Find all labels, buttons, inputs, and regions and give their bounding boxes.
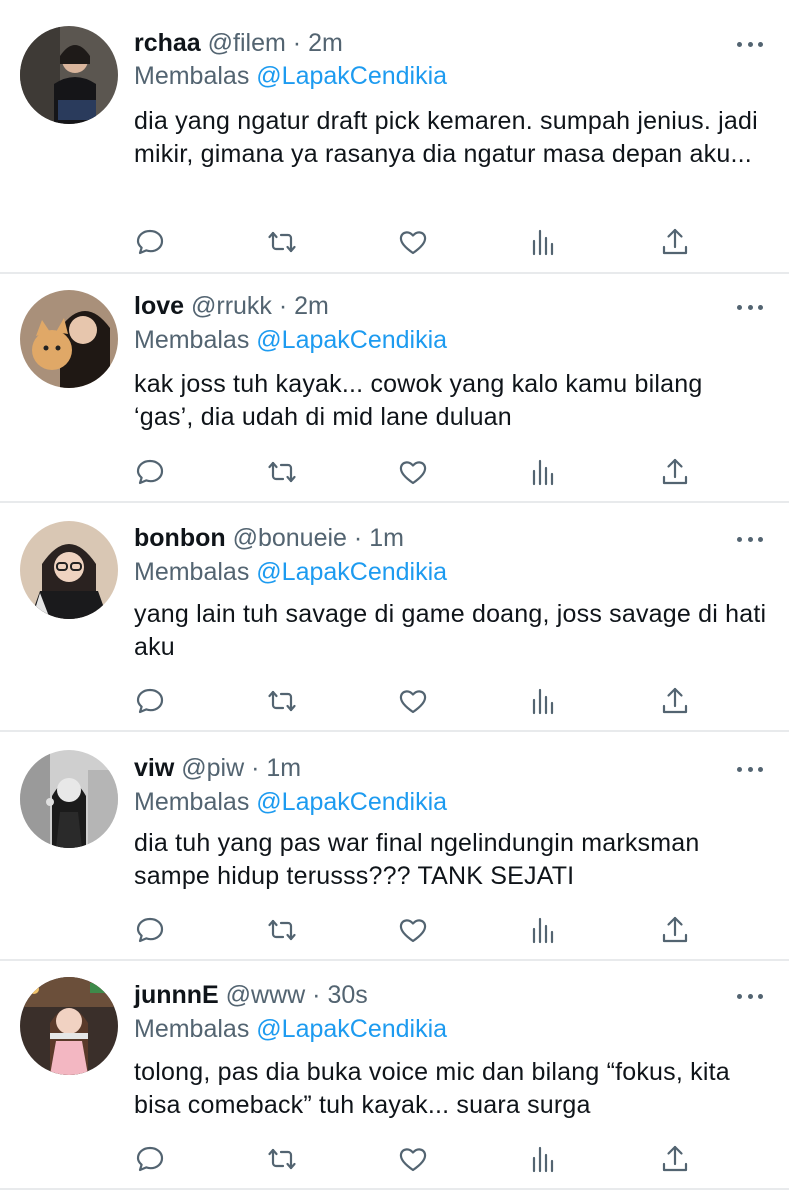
reply-context: Membalas @LapakCendikia [134,1014,447,1044]
more-dots-icon[interactable] [737,34,763,54]
action-bar [0,1142,789,1176]
timestamp[interactable]: 1m [369,524,404,552]
share-icon[interactable] [658,1142,692,1176]
display-name[interactable]: love [134,292,184,320]
tweet-header: viw @piw · 1m [134,753,709,783]
more-dots-icon[interactable] [737,986,763,1006]
reply-prefix: Membalas [134,1015,250,1043]
reply-to-handle[interactable]: @LapakCendikia [256,62,447,90]
reply-context: Membalas @LapakCendikia [134,325,447,355]
retweet-icon[interactable] [265,225,299,259]
username[interactable]: @rrukk [191,292,272,320]
reply-context: Membalas @LapakCendikia [134,787,447,817]
tweet-text: yang lain tuh savage di game doang, joss… [134,600,767,661]
tweet-header: bonbon @bonueie · 1m [134,523,709,553]
views-icon[interactable] [527,225,561,259]
more-dots-icon[interactable] [737,759,763,779]
tweet[interactable]: viw @piw · 1m Membalas @LapakCendikia di… [0,732,789,961]
tweet[interactable]: junnnE @www · 30s Membalas @LapakCendiki… [0,961,789,1190]
reply-feed: rchaa @filem · 2m Membalas @LapakCendiki… [0,0,789,1190]
tweet[interactable]: bonbon @bonueie · 1m Membalas @LapakCend… [0,503,789,732]
heart-icon[interactable] [396,1142,430,1176]
reply-to-handle[interactable]: @LapakCendikia [256,558,447,586]
avatar[interactable] [20,977,118,1075]
reply-icon[interactable] [133,455,167,489]
reply-context: Membalas @LapakCendikia [134,557,447,587]
views-icon[interactable] [527,1142,561,1176]
reply-to-handle[interactable]: @LapakCendikia [256,788,447,816]
tweet-header: junnnE @www · 30s [134,980,709,1010]
reply-icon[interactable] [133,684,167,718]
avatar[interactable] [20,26,118,124]
reply-prefix: Membalas [134,558,250,586]
heart-icon[interactable] [396,225,430,259]
separator-dot: · [292,29,302,57]
separator-dot: · [251,754,260,782]
reply-prefix: Membalas [134,788,250,816]
action-bar [0,913,789,947]
heart-icon[interactable] [396,684,430,718]
views-icon[interactable] [527,913,561,947]
separator-dot: · [312,981,321,1009]
share-icon[interactable] [658,913,692,947]
tweet[interactable]: love @rrukk · 2m Membalas @LapakCendikia… [0,274,789,503]
retweet-icon[interactable] [265,455,299,489]
heart-icon[interactable] [396,455,430,489]
separator-dot: · [278,292,288,320]
avatar[interactable] [20,521,118,619]
username[interactable]: @filem [208,29,286,57]
tweet-header: rchaa @filem · 2m [134,28,709,58]
share-icon[interactable] [658,225,692,259]
retweet-icon[interactable] [265,1142,299,1176]
username[interactable]: @www [226,981,306,1009]
action-bar [0,225,789,259]
tweet[interactable]: rchaa @filem · 2m Membalas @LapakCendiki… [0,0,789,274]
more-dots-icon[interactable] [737,297,763,317]
tweet-text: kak joss tuh kayak... cowok yang kalo ka… [134,370,703,431]
avatar[interactable] [20,290,118,388]
tweet-text: dia tuh yang pas war final ngelindungin … [134,829,700,890]
reply-to-handle[interactable]: @LapakCendikia [256,326,447,354]
reply-to-handle[interactable]: @LapakCendikia [256,1015,447,1043]
reply-icon[interactable] [133,913,167,947]
tweet-header: love @rrukk · 2m [134,291,709,321]
retweet-icon[interactable] [265,913,299,947]
reply-prefix: Membalas [134,326,250,354]
share-icon[interactable] [658,455,692,489]
display-name[interactable]: bonbon [134,524,226,552]
views-icon[interactable] [527,455,561,489]
timestamp[interactable]: 2m [294,292,329,320]
reply-icon[interactable] [133,225,167,259]
share-icon[interactable] [658,684,692,718]
heart-icon[interactable] [396,913,430,947]
display-name[interactable]: viw [134,754,174,782]
reply-prefix: Membalas [134,62,250,90]
display-name[interactable]: junnnE [134,981,219,1009]
tweet-text: dia yang ngatur draft pick kemaren. sump… [134,107,758,168]
separator-dot: · [353,524,363,552]
tweet-text: tolong, pas dia buka voice mic dan bilan… [134,1058,730,1119]
avatar[interactable] [20,750,118,848]
timestamp[interactable]: 2m [308,29,343,57]
username[interactable]: @piw [181,754,244,782]
timestamp[interactable]: 1m [266,754,301,782]
username[interactable]: @bonueie [233,524,347,552]
display-name[interactable]: rchaa [134,29,201,57]
timestamp[interactable]: 30s [327,981,367,1009]
reply-icon[interactable] [133,1142,167,1176]
retweet-icon[interactable] [265,684,299,718]
views-icon[interactable] [527,684,561,718]
action-bar [0,455,789,489]
reply-context: Membalas @LapakCendikia [134,61,447,91]
more-dots-icon[interactable] [737,529,763,549]
action-bar [0,684,789,718]
